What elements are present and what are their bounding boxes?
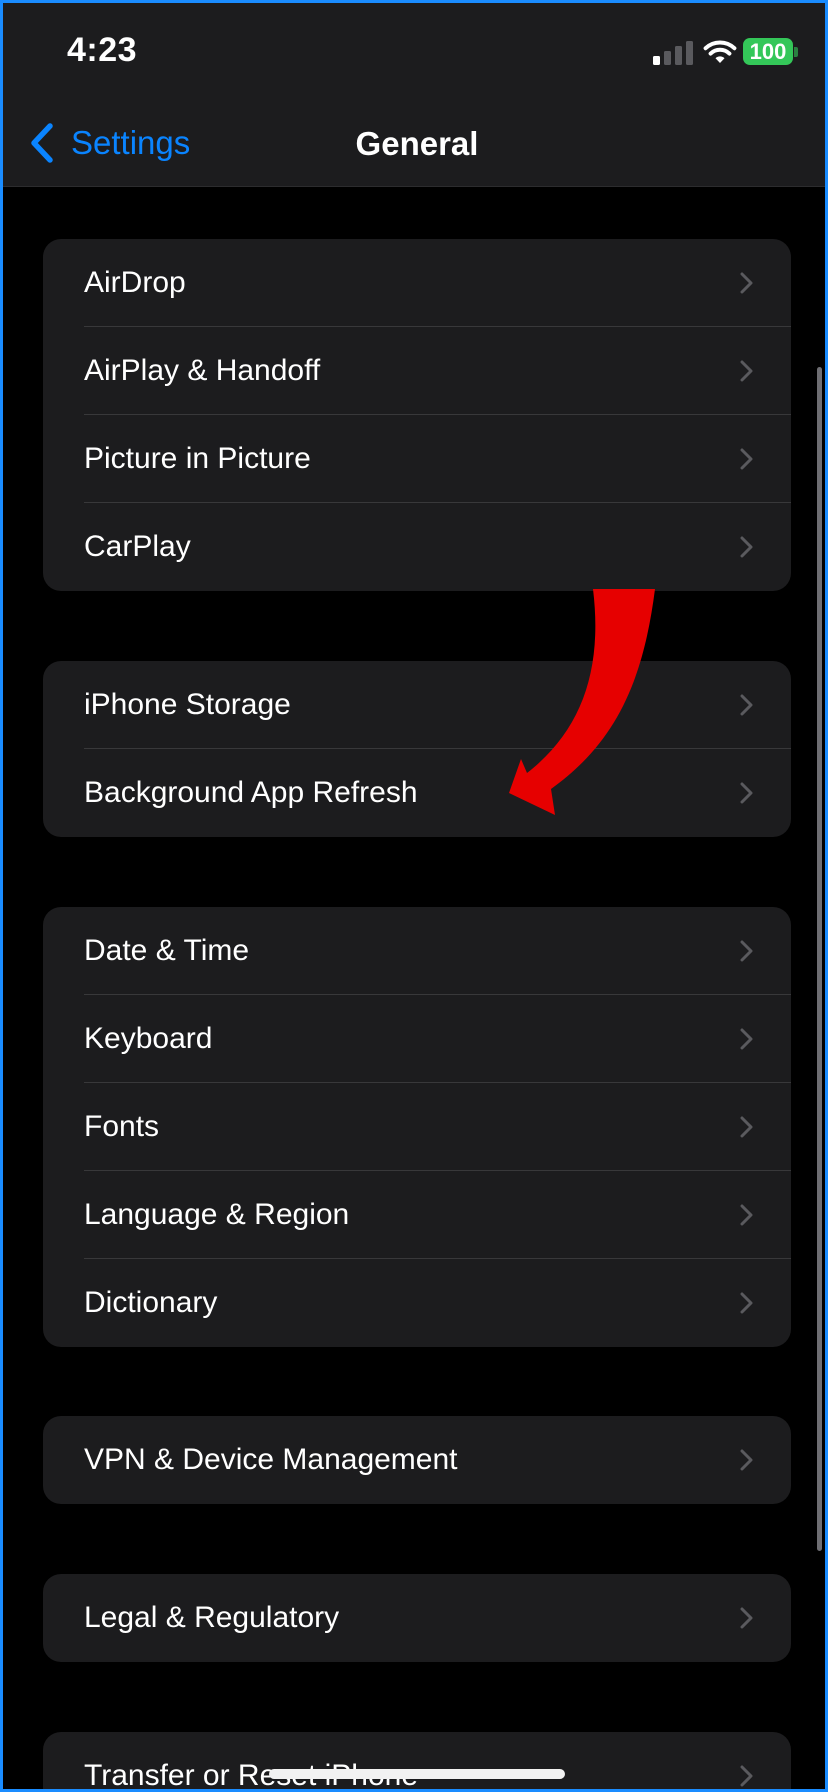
battery-level: 100 (749, 39, 787, 64)
chevron-right-icon (740, 272, 753, 294)
row-label: Fonts (84, 1110, 160, 1143)
chevron-right-icon (740, 782, 753, 804)
row-airplay-handoff[interactable]: AirPlay & Handoff (43, 327, 791, 415)
chevron-right-icon (740, 694, 753, 716)
home-indicator[interactable] (269, 1769, 565, 1779)
settings-group-vpn: VPN & Device Management (43, 1416, 791, 1504)
row-fonts[interactable]: Fonts (43, 1083, 791, 1171)
settings-group-storage: iPhone Storage Background App Refresh (43, 661, 791, 837)
row-iphone-storage[interactable]: iPhone Storage (43, 661, 791, 749)
chevron-right-icon (740, 1116, 753, 1138)
chevron-right-icon (740, 1607, 753, 1629)
settings-list[interactable]: AirDrop AirPlay & Handoff Picture in Pic… (3, 187, 825, 1792)
row-label: CarPlay (84, 530, 191, 563)
row-keyboard[interactable]: Keyboard (43, 995, 791, 1083)
battery-icon: 100 (743, 38, 793, 65)
settings-group-reset: Transfer or Reset iPhone (43, 1732, 791, 1792)
row-carplay[interactable]: CarPlay (43, 503, 791, 591)
row-label: Language & Region (84, 1198, 350, 1231)
row-language-region[interactable]: Language & Region (43, 1171, 791, 1259)
chevron-right-icon (740, 940, 753, 962)
row-label: Background App Refresh (84, 776, 418, 809)
chevron-right-icon (740, 1028, 753, 1050)
battery-cap (794, 47, 798, 57)
row-dictionary[interactable]: Dictionary (43, 1259, 791, 1347)
row-background-app-refresh[interactable]: Background App Refresh (43, 749, 791, 837)
chevron-right-icon (740, 360, 753, 382)
settings-group-locale: Date & Time Keyboard Fonts Language & Re… (43, 907, 791, 1347)
row-label: Keyboard (84, 1022, 213, 1055)
settings-group-legal: Legal & Regulatory (43, 1574, 791, 1662)
row-label: Legal & Regulatory (84, 1601, 340, 1634)
status-bar: 4:23 100 (3, 3, 825, 103)
top-bar: 4:23 100 Settings General (3, 3, 825, 187)
row-legal-regulatory[interactable]: Legal & Regulatory (43, 1574, 791, 1662)
settings-group-sharing: AirDrop AirPlay & Handoff Picture in Pic… (43, 239, 791, 591)
row-label: Transfer or Reset iPhone (84, 1759, 419, 1792)
status-time: 4:23 (67, 31, 138, 69)
navigation-bar: Settings General (3, 103, 825, 187)
row-picture-in-picture[interactable]: Picture in Picture (43, 415, 791, 503)
row-label: AirPlay & Handoff (84, 354, 321, 387)
chevron-right-icon (740, 1292, 753, 1314)
row-airdrop[interactable]: AirDrop (43, 239, 791, 327)
row-label: Picture in Picture (84, 442, 311, 475)
cellular-signal-icon (653, 39, 695, 65)
chevron-right-icon (740, 536, 753, 558)
row-transfer-reset-iphone[interactable]: Transfer or Reset iPhone (43, 1732, 791, 1792)
row-label: VPN & Device Management (84, 1443, 458, 1476)
row-label: Dictionary (84, 1286, 218, 1319)
row-label: AirDrop (84, 266, 186, 299)
chevron-right-icon (740, 1204, 753, 1226)
phone-screen: 4:23 100 Settings General AirDrop AirPla… (0, 0, 828, 1792)
row-date-time[interactable]: Date & Time (43, 907, 791, 995)
row-label: Date & Time (84, 934, 250, 967)
chevron-right-icon (740, 448, 753, 470)
chevron-right-icon (740, 1449, 753, 1471)
wifi-icon (703, 40, 737, 63)
row-vpn-device-management[interactable]: VPN & Device Management (43, 1416, 791, 1504)
scrollbar[interactable] (817, 367, 822, 1551)
row-label: iPhone Storage (84, 688, 291, 721)
chevron-right-icon (740, 1765, 753, 1787)
page-title: General (355, 125, 479, 162)
